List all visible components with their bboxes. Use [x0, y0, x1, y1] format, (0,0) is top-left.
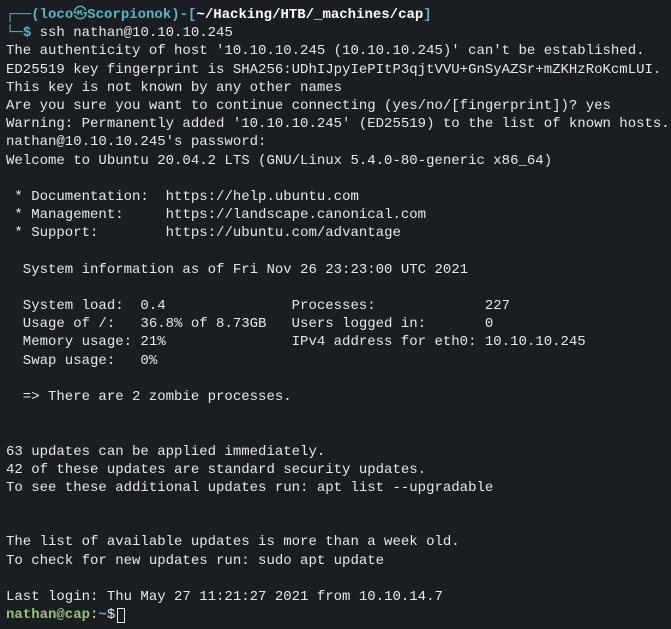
output-line: Are you sure you want to continue connec…	[6, 97, 665, 115]
sysinfo-header: System information as of Fri Nov 26 23:2…	[6, 261, 665, 279]
support-link[interactable]: https://ubuntu.com/advantage	[166, 225, 401, 241]
blank-line	[6, 497, 665, 515]
command-ssh: ssh nathan@10.10.10.245	[40, 25, 233, 41]
prompt-user-host: nathan@cap	[6, 606, 90, 624]
sysinfo-row: Usage of /: 36.8% of 8.73GB Users logged…	[6, 315, 665, 333]
updates-old-line: To check for new updates run: sudo apt u…	[6, 552, 665, 570]
blank-line	[6, 170, 665, 188]
blank-line	[6, 570, 665, 588]
prompt-cwd: ~	[98, 606, 106, 624]
output-line: Warning: Permanently added '10.10.10.245…	[6, 115, 665, 133]
output-line: nathan@10.10.10.245's password:	[6, 133, 665, 151]
blank-line	[6, 370, 665, 388]
updates-line: 63 updates can be applied immediately.	[6, 443, 665, 461]
output-line: The authenticity of host '10.10.10.245 (…	[6, 42, 665, 60]
doc-link[interactable]: https://help.ubuntu.com	[166, 189, 359, 205]
shell-prompt[interactable]: nathan@cap:~$	[6, 606, 665, 624]
ps1-prompt: └─$ ssh nathan@10.10.10.245	[6, 24, 665, 42]
blank-line	[6, 242, 665, 260]
terminal-output[interactable]: ┌──(loco㉿Scorpionok)-[~/Hacking/HTB/_mac…	[6, 6, 665, 624]
updates-old-line: The list of available updates is more th…	[6, 533, 665, 551]
output-line: Welcome to Ubuntu 20.04.2 LTS (GNU/Linux…	[6, 152, 665, 170]
mgmt-link[interactable]: https://landscape.canonical.com	[166, 207, 426, 223]
doc-line: * Documentation: https://help.ubuntu.com	[6, 188, 665, 206]
support-line: * Support: https://ubuntu.com/advantage	[6, 224, 665, 242]
blank-line	[6, 424, 665, 442]
blank-line	[6, 515, 665, 533]
last-login-line: Last login: Thu May 27 11:21:27 2021 fro…	[6, 588, 665, 606]
cursor-icon	[117, 608, 125, 623]
output-line: ED25519 key fingerprint is SHA256:UDhIJp…	[6, 61, 665, 79]
blank-line	[6, 279, 665, 297]
updates-line: 42 of these updates are standard securit…	[6, 461, 665, 479]
sysinfo-row: Memory usage: 21% IPv4 address for eth0:…	[6, 333, 665, 351]
zombie-line: => There are 2 zombie processes.	[6, 388, 665, 406]
sysinfo-row: Swap usage: 0%	[6, 352, 665, 370]
sysinfo-row: System load: 0.4 Processes: 227	[6, 297, 665, 315]
output-line: This key is not known by any other names	[6, 79, 665, 97]
updates-line: To see these additional updates run: apt…	[6, 479, 665, 497]
ps1-header: ┌──(loco㉿Scorpionok)-[~/Hacking/HTB/_mac…	[6, 6, 665, 24]
mgmt-line: * Management: https://landscape.canonica…	[6, 206, 665, 224]
blank-line	[6, 406, 665, 424]
